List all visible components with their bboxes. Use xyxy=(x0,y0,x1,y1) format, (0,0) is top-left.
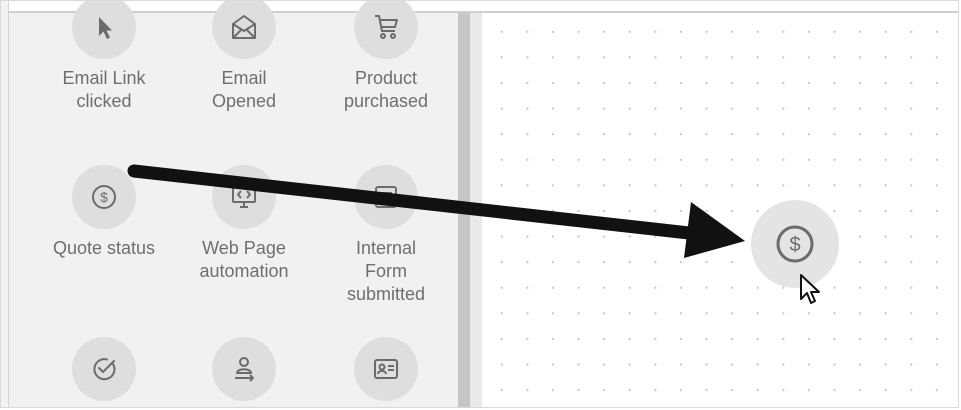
arrow-annotation xyxy=(127,164,745,258)
mouse-pointer-icon xyxy=(800,274,820,304)
workflow-editor: Email Link clicked Email Opened Product … xyxy=(0,0,959,408)
